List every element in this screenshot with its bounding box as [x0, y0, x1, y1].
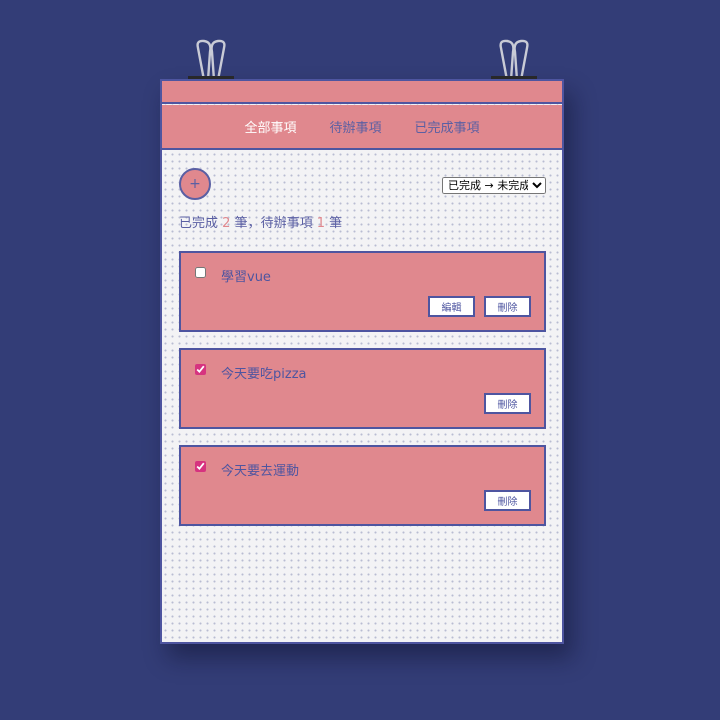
todo-item: 今天要去運動 刪除 [179, 445, 546, 526]
todo-app-paper: 全部事項 待辦事項 已完成事項 + 已完成 → 未完成 已完成 2 筆，待辦事項… [160, 79, 564, 644]
summary-done-count: 2 [222, 216, 231, 231]
todo-checkbox[interactable] [195, 461, 206, 472]
todo-actions: 編輯 刪除 [428, 296, 531, 317]
todo-title: 今天要去運動 [221, 464, 300, 479]
summary-suffix: 筆 [329, 216, 343, 231]
edit-button[interactable]: 編輯 [428, 296, 475, 317]
add-todo-button[interactable]: + [179, 168, 211, 200]
filter-tabs: 全部事項 待辦事項 已完成事項 [162, 105, 562, 150]
todo-item: 學習vue 編輯 刪除 [179, 251, 546, 332]
todo-item: 今天要吃pizza 刪除 [179, 348, 546, 429]
todo-checkbox[interactable] [195, 267, 206, 278]
todo-summary: 已完成 2 筆，待辦事項 1 筆 [179, 212, 342, 231]
todo-checkbox[interactable] [195, 364, 206, 375]
summary-done-label: 已完成 [179, 216, 219, 231]
sort-select[interactable]: 已完成 → 未完成 [442, 177, 546, 194]
delete-button[interactable]: 刪除 [484, 296, 531, 317]
delete-button[interactable]: 刪除 [484, 393, 531, 414]
tab-all[interactable]: 全部事項 [244, 117, 296, 136]
tab-pending[interactable]: 待辦事項 [329, 117, 381, 136]
todo-title: 學習vue [221, 270, 271, 285]
todo-actions: 刪除 [484, 490, 531, 511]
tab-completed[interactable]: 已完成事項 [415, 117, 480, 136]
todo-actions: 刪除 [484, 393, 531, 414]
header-band [162, 81, 562, 104]
summary-pending-label: 筆，待辦事項 [234, 216, 313, 231]
todo-title: 今天要吃pizza [221, 367, 307, 382]
delete-button[interactable]: 刪除 [484, 490, 531, 511]
summary-pending-count: 1 [316, 216, 326, 231]
